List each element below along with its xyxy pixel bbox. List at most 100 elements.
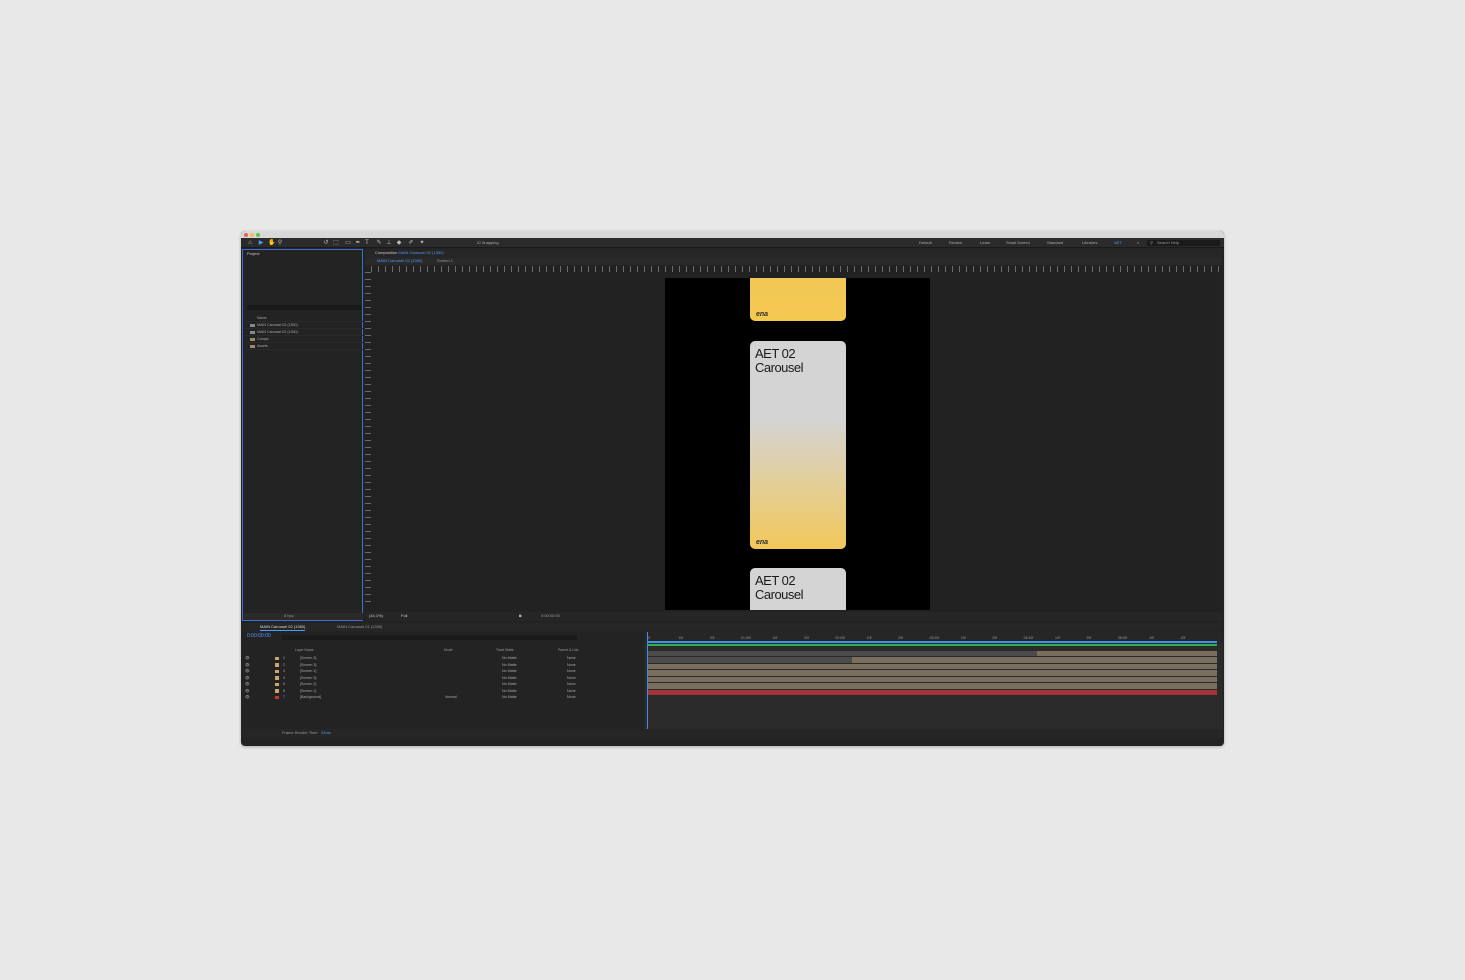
composition-canvas[interactable]: ena AET 02 Carousel ena AET 02 Carousel (665, 278, 930, 610)
workspace-aet[interactable]: AET (1114, 240, 1122, 246)
project-item[interactable]: MAIN Carousel 02 (1350) (245, 329, 363, 336)
playhead[interactable] (647, 632, 648, 737)
composition-icon (250, 331, 255, 334)
layer-label-color[interactable] (275, 682, 279, 686)
composition-tab[interactable]: Composition MAIN Carousel 02 (1350) (375, 250, 444, 256)
timeline-tracks[interactable]: 0f 10f 20f 01:00f 10f 20f 02:00f 10f 20f 03:00f 10… (644, 632, 1223, 737)
layer-mode[interactable]: Normal (445, 694, 457, 701)
search-icon: ⚲ (1150, 240, 1153, 245)
rotate-tool-icon[interactable]: ↺ (323, 240, 329, 246)
layer-bar-active[interactable] (647, 676, 1217, 682)
folder-icon (250, 338, 255, 341)
layer-bars (647, 650, 1217, 696)
bpc-label[interactable]: 8 bpc (284, 613, 294, 619)
current-time-display[interactable]: 0:00:00:00 (247, 633, 271, 639)
layer-bar-active[interactable] (647, 683, 1217, 689)
layer-number: 7 (283, 695, 285, 699)
timeline-tab[interactable]: MAIN Carousel 01 (1350) (337, 624, 382, 630)
layer-name[interactable]: [Background] (300, 694, 321, 701)
snapping-toggle[interactable]: ☑ Snapping (477, 240, 499, 246)
layer-label-color[interactable] (275, 669, 279, 673)
work-area-bar[interactable] (647, 641, 1217, 643)
zoom-dropdown[interactable]: (44.1%) (369, 613, 383, 619)
ruler-tick: 10f (1055, 636, 1060, 640)
parent-dropdown[interactable]: None (567, 694, 576, 701)
layer-row[interactable]: 👁 7 [Background] Normal No Matte None (242, 694, 642, 701)
workspace-default[interactable]: Default (919, 240, 932, 246)
type-tool-icon[interactable]: T (364, 240, 370, 246)
project-item-name: MAIN Carousel 02 (1350) (257, 330, 298, 334)
brush-tool-icon[interactable]: ✎ (376, 240, 382, 246)
project-panel: Project Name MAIN Carousel 02 (1350) MAI… (242, 249, 363, 621)
selection-tool-icon[interactable]: ▶ (258, 240, 264, 246)
layer-search-input[interactable] (282, 635, 577, 640)
cache-indicator (647, 644, 1217, 646)
eraser-tool-icon[interactable]: ◆ (396, 240, 402, 246)
layer-panel: 0:00:00:00 Layer Name Mode Track Matte P… (242, 632, 642, 737)
composition-panel-label: Composition (375, 250, 398, 255)
project-name-header: Name (257, 316, 267, 320)
workspace-overflow-icon[interactable]: » (1137, 240, 1139, 246)
close-button[interactable] (244, 233, 248, 237)
minimize-button[interactable] (250, 233, 254, 237)
workspace-standard[interactable]: Standard (1047, 240, 1063, 246)
project-item[interactable]: Comps (245, 336, 363, 343)
camera-snapshot-icon[interactable]: ◙ (519, 613, 521, 619)
viewer-timecode[interactable]: 0:00:00:00 (541, 613, 560, 619)
project-search-input[interactable] (247, 305, 362, 310)
roto-tool-icon[interactable]: ✐ (408, 240, 414, 246)
ruler-tick: 20f (1086, 636, 1092, 640)
ruler-tick: 10f (678, 636, 684, 640)
layer-bar-active[interactable] (647, 670, 1217, 676)
home-icon[interactable]: ⌂ (247, 240, 253, 246)
mask-tool-icon[interactable]: ▭ (345, 240, 351, 246)
project-item[interactable]: Assets (245, 343, 363, 350)
workspace-learn[interactable]: Learn (980, 240, 990, 246)
timeline-tab-active[interactable]: MAIN Carousel 02 (1350) (260, 624, 306, 631)
puppet-tool-icon[interactable]: ✦ (419, 240, 425, 246)
visibility-eye-icon[interactable]: 👁 (245, 694, 250, 701)
layer-label-color[interactable] (275, 695, 279, 699)
zoom-tool-icon[interactable]: ⚲ (277, 240, 283, 246)
workspace-small-screen[interactable]: Small Screen (1006, 240, 1030, 246)
track-matte-header[interactable]: Track Matte (496, 648, 514, 652)
layer-name-header[interactable]: Layer Name (295, 648, 313, 652)
parent-header[interactable]: Parent & Link (558, 648, 578, 652)
layer-bar-active[interactable] (1037, 650, 1217, 656)
project-column-header[interactable]: Name (245, 315, 363, 322)
workspace-libraries[interactable]: Libraries (1082, 240, 1097, 246)
breadcrumb-item[interactable]: MAIN Carousel 02 (1350) (377, 258, 422, 264)
project-item[interactable]: MAIN Carousel 02 (1350) (245, 322, 363, 329)
track-matte-dropdown[interactable]: No Matte (502, 694, 517, 701)
mode-header[interactable]: Mode (444, 648, 452, 652)
composition-icon (250, 324, 255, 327)
app-window: ⌂ ▶ ✋ ⚲ ↺ ⬚ ▭ ✒ T ✎ ⊥ ◆ ✐ ✦ ☑ Snapping D… (241, 231, 1224, 746)
ruler-tick: 20f (992, 636, 997, 640)
layer-label-color[interactable] (275, 663, 279, 667)
resolution-dropdown[interactable]: Full (401, 613, 407, 619)
camera-tool-icon[interactable]: ⬚ (333, 240, 339, 246)
ruler-tick: 03:00f (929, 636, 939, 640)
layer-label-color[interactable] (275, 676, 279, 680)
folder-icon (250, 345, 255, 348)
breadcrumb-item[interactable]: Screen 1 (437, 258, 453, 264)
layer-bar-active[interactable] (852, 657, 1217, 663)
search-help-field[interactable]: ⚲ Search Help (1147, 240, 1220, 246)
breadcrumb: MAIN Carousel 02 (1350) Screen 1 (365, 258, 1222, 265)
hand-tool-icon[interactable]: ✋ (268, 240, 275, 246)
workspace-review[interactable]: Review (949, 240, 962, 246)
stamp-tool-icon[interactable]: ⊥ (386, 240, 392, 246)
maximize-button[interactable] (256, 233, 260, 237)
layer-label-color[interactable] (275, 656, 279, 660)
layer-bar-active[interactable] (647, 689, 1217, 695)
composition-viewer[interactable]: ena AET 02 Carousel ena AET 02 Carousel (371, 272, 1222, 610)
frame-render-label: Frame Render Time (282, 730, 318, 735)
ruler-tick: 10f (960, 636, 966, 640)
project-tab[interactable]: Project (247, 251, 259, 257)
ruler-tick: 10f (772, 636, 778, 640)
carousel-card: AET 02 Carousel ena (750, 341, 846, 549)
layer-bar[interactable] (647, 689, 1217, 696)
pen-tool-icon[interactable]: ✒ (355, 240, 361, 246)
layer-label-color[interactable] (275, 689, 279, 693)
layer-bar-active[interactable] (647, 663, 1217, 669)
